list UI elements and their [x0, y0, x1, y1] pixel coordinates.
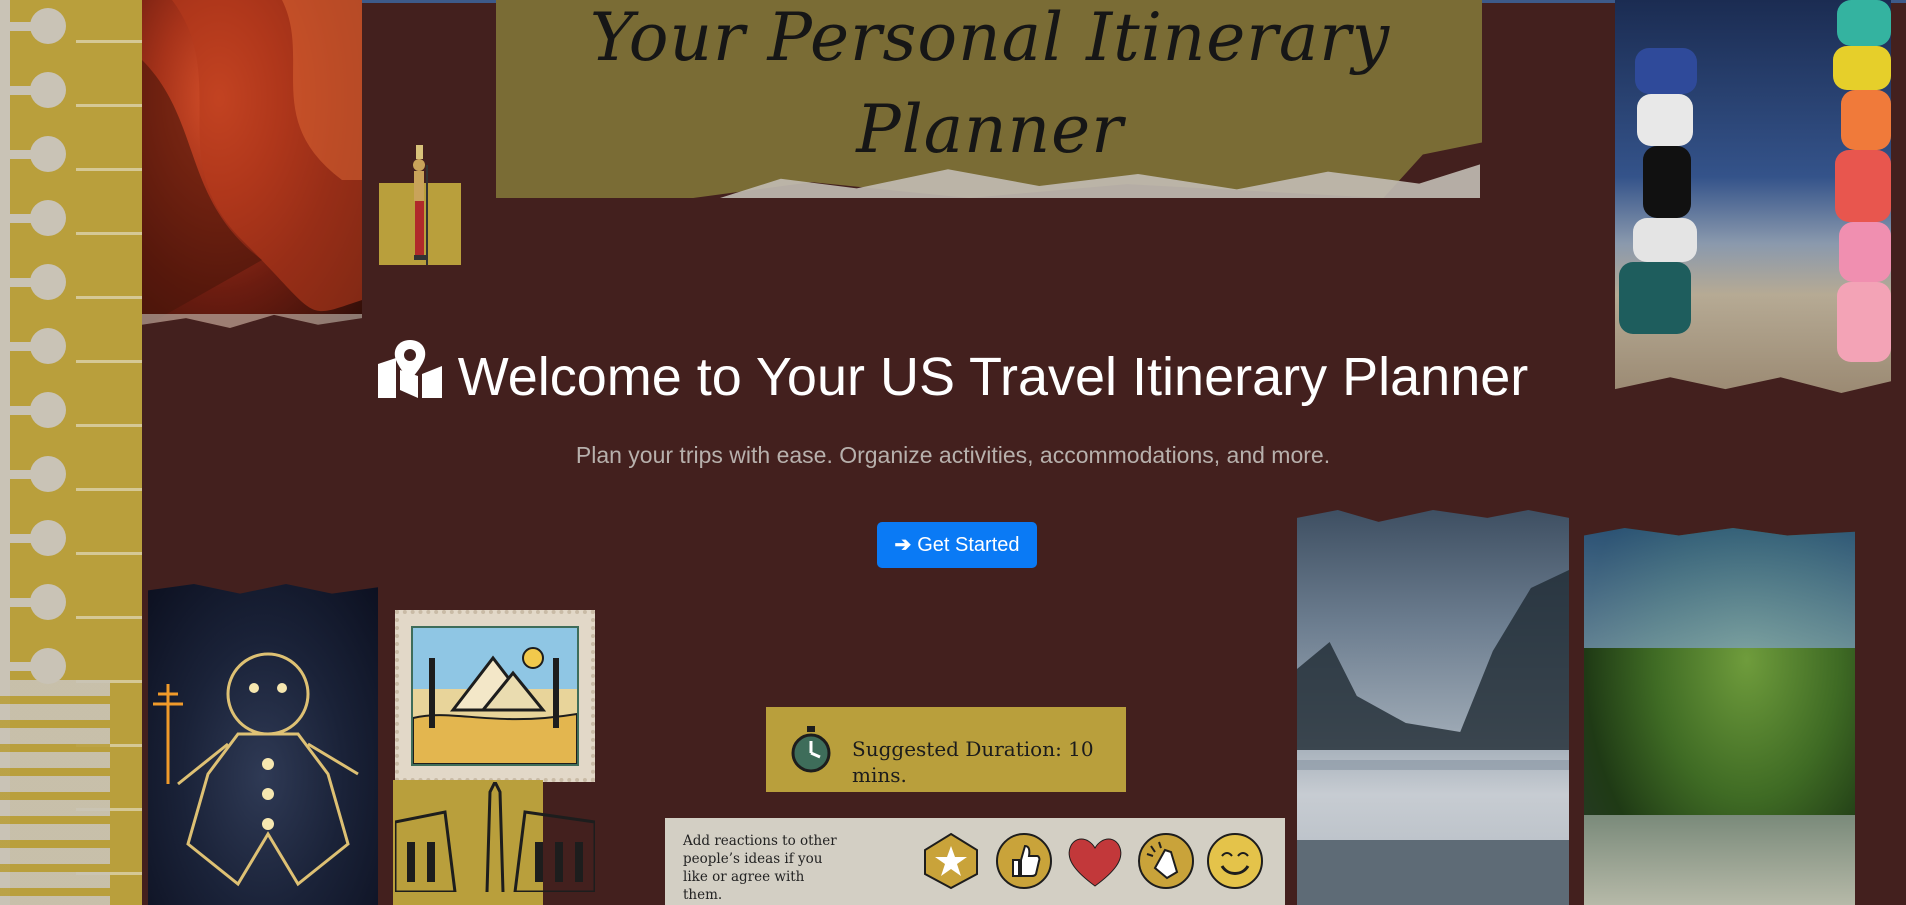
smile-icon	[1207, 833, 1263, 889]
pyramid-stamp-sticker	[395, 610, 595, 782]
thumbs-up-icon	[996, 833, 1052, 889]
painted-rocks-photo	[1615, 0, 1891, 393]
clapping-icon	[1138, 833, 1194, 889]
mountain-lake-photo	[1297, 510, 1569, 905]
arrow-right-icon: ➔	[894, 534, 912, 556]
canyon-photo	[142, 0, 362, 328]
map-marked-icon	[377, 339, 442, 414]
stopwatch-icon	[791, 726, 831, 773]
heart-icon	[1068, 838, 1122, 887]
gingerbread-lights-photo	[148, 584, 378, 905]
forest-river-photo	[1584, 528, 1855, 905]
temple-drawing-icon	[395, 782, 595, 892]
banner-title: Your Personal Itinerary Planner	[560, 0, 1420, 176]
suggested-duration-label: Suggested Duration: 10 mins.	[852, 737, 1094, 787]
hero-subtitle: Plan your trips with ease. Organize acti…	[575, 442, 1331, 468]
hero-title: Welcome to Your US Travel Itinerary Plan…	[0, 339, 1906, 414]
get-started-label: Get Started	[917, 534, 1020, 556]
reactions-instruction-text: Add reactions to other people’s ideas if…	[683, 833, 837, 903]
egyptian-figure-icon	[413, 145, 428, 265]
get-started-button[interactable]: ➔ Get Started	[877, 522, 1037, 568]
banner-title-line2: Planner	[856, 91, 1124, 168]
star-icon	[924, 832, 978, 890]
banner-title-line1: Your Personal Itinerary	[589, 0, 1391, 76]
hero-title-text: Welcome to Your US Travel Itinerary Plan…	[457, 347, 1529, 407]
